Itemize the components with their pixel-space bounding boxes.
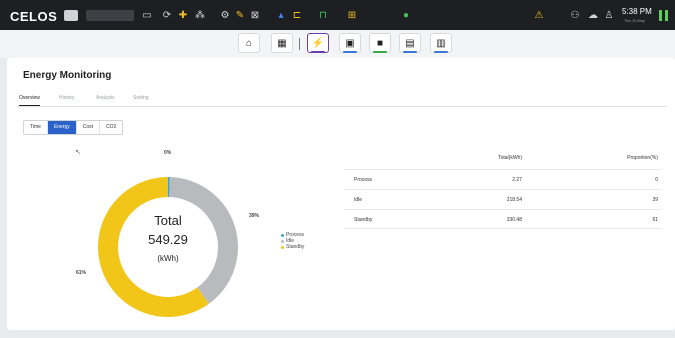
- row-proportion: 61: [652, 217, 658, 223]
- edit-icon[interactable]: ✎: [234, 10, 246, 21]
- row-proportion: 39: [652, 197, 658, 203]
- home-icon: ⌂: [245, 37, 253, 49]
- donut-center-value: 549.29: [148, 232, 188, 247]
- energy-button[interactable]: ⚡: [307, 33, 329, 53]
- row-total: 330.48: [506, 217, 522, 223]
- status-bar-icon: [665, 10, 668, 21]
- status-field: [86, 10, 134, 21]
- clock-date: Thu 11 May: [624, 18, 645, 23]
- segment-co2[interactable]: CO2: [100, 121, 123, 134]
- row-label: Idle: [354, 197, 363, 203]
- row-total: 2.27: [512, 177, 522, 183]
- coolant-icon: ⊏: [292, 10, 302, 21]
- legend-dot-standby: [281, 245, 284, 249]
- document-icon: ▤: [405, 37, 415, 49]
- power-icon: ⊓: [319, 10, 327, 21]
- legend-dot-idle: [281, 239, 284, 243]
- row-label: Standby: [354, 217, 373, 223]
- apps-grid-button[interactable]: ▦: [271, 33, 293, 53]
- legend-label: Standby: [286, 244, 305, 250]
- donut-center-unit: (kWh): [157, 254, 179, 263]
- clipboard-icon[interactable]: ▭: [141, 10, 153, 21]
- process-percent-label: 0%: [164, 150, 172, 156]
- chat-icon: ▥: [436, 37, 446, 49]
- page-title: Energy Monitoring: [23, 70, 112, 81]
- warning-icon[interactable]: ⊞: [344, 10, 360, 21]
- window-icon[interactable]: [64, 10, 78, 21]
- folder-icon: ■: [376, 37, 384, 49]
- metric-segmented-control: Time Energy Cost CO2: [23, 120, 124, 135]
- status-light-icon: ●: [402, 10, 410, 21]
- tab-analysis[interactable]: Analysis: [96, 95, 115, 101]
- active-underline: [403, 51, 417, 53]
- tab-history[interactable]: History: [59, 95, 75, 101]
- status-bar-icon: [659, 10, 662, 21]
- active-underline: [373, 51, 387, 53]
- active-underline: [311, 51, 325, 53]
- clock-time: 5:38 PM: [622, 7, 652, 16]
- axis-icon[interactable]: ✚: [176, 10, 190, 21]
- grid-icon: ▦: [277, 37, 287, 49]
- alarm-icon[interactable]: ⚠: [534, 10, 544, 21]
- home-button[interactable]: ⌂: [238, 33, 260, 53]
- segment-time[interactable]: Time: [24, 121, 48, 134]
- app-button-5[interactable]: ■: [369, 33, 391, 53]
- energy-monitoring-panel: Energy Monitoring Overview History Analy…: [7, 58, 675, 330]
- legend-item-standby[interactable]: Standby: [281, 244, 304, 250]
- indicator-icon: ▴: [278, 10, 284, 21]
- table-row: Standby 330.48 61: [344, 209, 662, 229]
- segment-cost[interactable]: Cost: [76, 121, 101, 134]
- cloud-icon[interactable]: ☁: [587, 10, 599, 21]
- table-row: Idle 218.54 39: [344, 189, 662, 209]
- celos-logo: CELOS: [10, 9, 58, 24]
- tab-setting[interactable]: Setting: [133, 95, 149, 101]
- active-underline: [434, 51, 448, 53]
- table-row: Process 2.27 0: [344, 169, 662, 189]
- header-proportion: Proportion(%): [627, 155, 658, 161]
- settings-icon[interactable]: ⚙: [219, 10, 231, 21]
- app-button-6[interactable]: ▤: [399, 33, 421, 53]
- standby-percent-label: 61%: [76, 270, 87, 276]
- row-label: Process: [354, 177, 373, 183]
- app-toolbar: ⌂ ▦ ⚡ ▣ ■ ▤ ▥: [0, 30, 675, 58]
- tab-bar: Overview History Analysis Setting: [17, 94, 667, 107]
- top-system-bar: CELOS ▭ ⟳ ✚ ⁂ ⚙ ✎ ⊠ ▴ ⊏ ⊓ ⊞ ● ⚠ ⚇ ☁ ♙ 5:…: [0, 0, 675, 30]
- donut-center-title: Total: [154, 213, 182, 228]
- toolbar-separator: [299, 38, 300, 50]
- idle-percent-label: 39%: [249, 213, 260, 219]
- segment-energy[interactable]: Energy: [47, 121, 77, 134]
- active-underline: [343, 51, 357, 53]
- app-button-4[interactable]: ▣: [339, 33, 361, 53]
- app-button-7[interactable]: ▥: [430, 33, 452, 53]
- spindle-icon[interactable]: ⟳: [160, 10, 174, 21]
- account-icon[interactable]: ♙: [603, 10, 615, 21]
- grid-small-icon[interactable]: ⊠: [249, 10, 261, 21]
- chart-legend: Process Idle Standby: [281, 232, 304, 250]
- row-total: 218.54: [506, 197, 522, 203]
- machine-icon: ▣: [345, 37, 355, 49]
- energy-donut-chart: [98, 177, 238, 317]
- header-total: Total(kWh): [498, 155, 522, 161]
- legend-dot-process: [281, 233, 284, 237]
- tab-overview[interactable]: Overview: [19, 95, 40, 106]
- row-proportion: 0: [655, 177, 658, 183]
- tool-icon[interactable]: ⁂: [194, 10, 206, 21]
- mouse-cursor-icon: ↖: [75, 149, 81, 156]
- user-icon[interactable]: ⚇: [569, 10, 581, 21]
- table-header: Total(kWh) Proportion(%): [344, 155, 662, 165]
- energy-icon: ⚡: [311, 37, 325, 49]
